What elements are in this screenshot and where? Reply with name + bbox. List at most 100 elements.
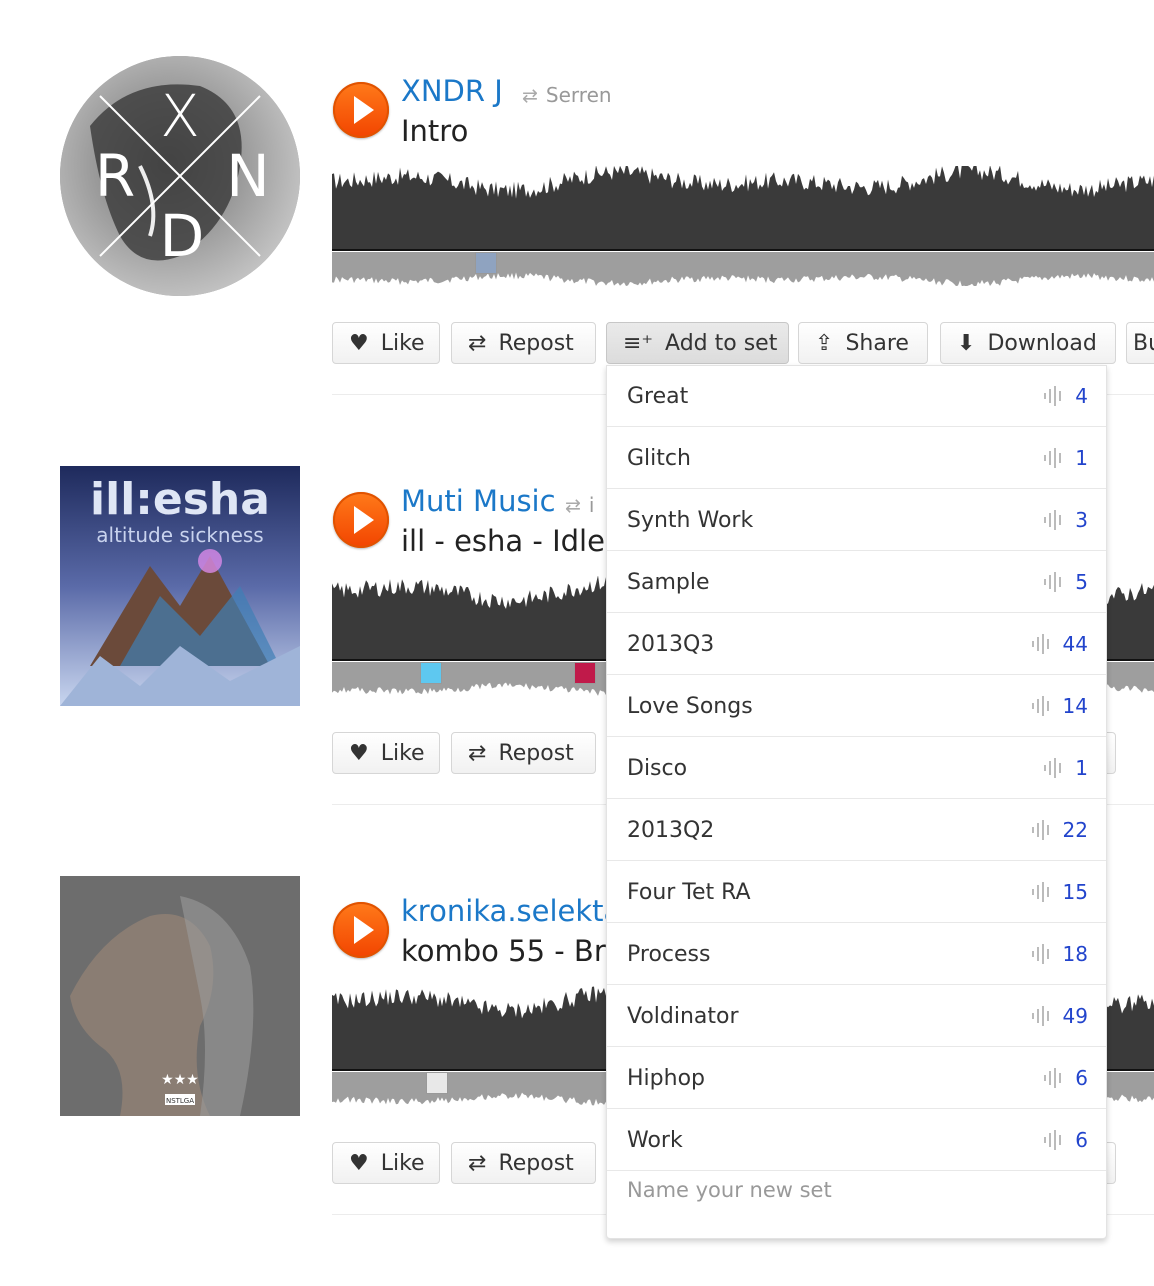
track-artwork[interactable]: X R N D — [60, 56, 300, 296]
waveform-reflection — [332, 252, 1154, 286]
share-button[interactable]: ⇪ Share — [798, 322, 928, 364]
reposter[interactable]: ⇄ i — [565, 493, 594, 517]
set-name: Great — [627, 383, 689, 409]
repost-button[interactable]: ⇄ Repost — [451, 1142, 596, 1184]
set-name: Sample — [627, 569, 710, 595]
download-label: Download — [987, 330, 1097, 356]
like-button[interactable]: ♥ Like — [332, 732, 440, 774]
set-track-count: 5 — [1043, 570, 1088, 594]
set-list-item[interactable]: 2013Q2 22 — [607, 800, 1106, 861]
repost-icon: ⇄ — [468, 740, 487, 766]
set-track-count: 6 — [1043, 1128, 1088, 1152]
waveform[interactable] — [332, 166, 1154, 286]
add-to-set-dropdown: Great 4 Glitch 1 Synth Work 3 Sample 5 2013Q3 44 L… — [606, 365, 1107, 1239]
like-label: Like — [380, 330, 425, 356]
set-count-value: 3 — [1075, 508, 1088, 532]
set-track-count: 22 — [1031, 818, 1088, 842]
set-list-item[interactable]: Four Tet RA 15 — [607, 862, 1106, 923]
set-track-count: 3 — [1043, 508, 1088, 532]
heart-icon: ♥ — [349, 740, 369, 766]
set-list-item[interactable]: Hiphop 6 — [607, 1048, 1106, 1109]
set-list-item[interactable]: Glitch 1 — [607, 428, 1106, 489]
artwork-stars: ★★★ — [161, 1072, 199, 1088]
repost-label: Repost — [498, 1150, 574, 1176]
artwork-image: X R N D — [60, 56, 300, 296]
track-username[interactable]: kronika.selekta — [401, 894, 621, 928]
set-count-value: 6 — [1075, 1066, 1088, 1090]
add-to-set-icon: ≡⁺ — [623, 330, 654, 356]
repost-icon: ⇄ — [468, 1150, 487, 1176]
set-count-value: 1 — [1075, 446, 1088, 470]
repost-button[interactable]: ⇄ Repost — [451, 732, 596, 774]
set-track-count: 44 — [1031, 632, 1088, 656]
set-name: Process — [627, 941, 711, 967]
buy-button[interactable]: Bu — [1126, 322, 1154, 364]
set-list-item[interactable]: Voldinator 49 — [607, 986, 1106, 1047]
set-count-value: 1 — [1075, 756, 1088, 780]
reposter-name[interactable]: i — [589, 493, 595, 517]
track-artwork[interactable]: ★★★ NSTLGA — [60, 876, 300, 1116]
sound-bars-icon — [1044, 510, 1062, 530]
track-username[interactable]: Muti Music — [401, 484, 556, 518]
set-list-item[interactable]: Process 18 — [607, 924, 1106, 985]
comment-avatar[interactable] — [574, 662, 596, 684]
set-track-count: 14 — [1031, 694, 1088, 718]
sound-bars-icon — [1031, 944, 1049, 964]
sound-bars-icon — [1031, 634, 1049, 654]
like-button[interactable]: ♥ Like — [332, 322, 440, 364]
waveform-top — [332, 166, 1154, 250]
comment-avatar[interactable] — [426, 1072, 448, 1094]
set-list-item[interactable]: Love Songs 14 — [607, 676, 1106, 737]
play-button[interactable] — [333, 492, 389, 548]
set-track-count: 49 — [1031, 1004, 1088, 1028]
waveform-baseline — [332, 249, 1154, 251]
set-list-item[interactable]: Great 4 — [607, 366, 1106, 427]
sound-bars-icon — [1044, 386, 1062, 406]
set-list-item[interactable]: 2013Q3 44 — [607, 614, 1106, 675]
set-name: 2013Q3 — [627, 631, 715, 657]
add-to-set-button[interactable]: ≡⁺ Add to set — [606, 322, 789, 364]
reposter-name[interactable]: Serren — [546, 83, 612, 107]
set-track-count: 15 — [1031, 880, 1088, 904]
artwork-letter-x: X — [160, 82, 200, 150]
share-icon: ⇪ — [815, 330, 834, 356]
repost-button[interactable]: ⇄ Repost — [451, 322, 596, 364]
set-name: Disco — [627, 755, 688, 781]
set-name: Love Songs — [627, 693, 753, 719]
add-to-set-label: Add to set — [665, 330, 778, 356]
set-list-item[interactable]: Work 6 — [607, 1110, 1106, 1171]
like-button[interactable]: ♥ Like — [332, 1142, 440, 1184]
track-title[interactable]: Intro — [401, 114, 468, 148]
comment-avatar[interactable] — [475, 252, 497, 274]
new-set-input[interactable]: Name your new set — [627, 1178, 832, 1202]
track-artwork[interactable]: ill:esha altitude sickness — [60, 466, 300, 706]
sound-bars-icon — [1031, 882, 1049, 902]
share-label: Share — [845, 330, 909, 356]
set-list-item[interactable]: Sample 5 — [607, 552, 1106, 613]
set-list-item[interactable]: Disco 1 — [607, 738, 1106, 799]
set-count-value: 14 — [1062, 694, 1088, 718]
repost-label: Repost — [498, 740, 574, 766]
track-username[interactable]: XNDR J — [401, 74, 503, 108]
set-track-count: 4 — [1043, 384, 1088, 408]
repost-icon: ⇄ — [565, 495, 581, 517]
set-count-value: 22 — [1062, 818, 1088, 842]
reposter[interactable]: ⇄ Serren — [522, 83, 612, 107]
play-button[interactable] — [333, 82, 389, 138]
artwork-label: NSTLGA — [166, 1097, 194, 1105]
track-title[interactable]: kombo 55 - Br — [401, 934, 606, 968]
set-count-value: 49 — [1062, 1004, 1088, 1028]
track-title[interactable]: ill - esha - Idle — [401, 524, 605, 558]
artwork-letter-n: N — [226, 142, 269, 210]
set-name: Voldinator — [627, 1003, 739, 1029]
set-count-value: 18 — [1062, 942, 1088, 966]
set-count-value: 6 — [1075, 1128, 1088, 1152]
waveform-graphic — [332, 166, 1154, 286]
sound-bars-icon — [1044, 1068, 1062, 1088]
set-track-count: 6 — [1043, 1066, 1088, 1090]
comment-avatar[interactable] — [420, 662, 442, 684]
set-track-count: 1 — [1043, 446, 1088, 470]
play-button[interactable] — [333, 902, 389, 958]
download-button[interactable]: ⬇ Download — [940, 322, 1116, 364]
set-list-item[interactable]: Synth Work 3 — [607, 490, 1106, 551]
